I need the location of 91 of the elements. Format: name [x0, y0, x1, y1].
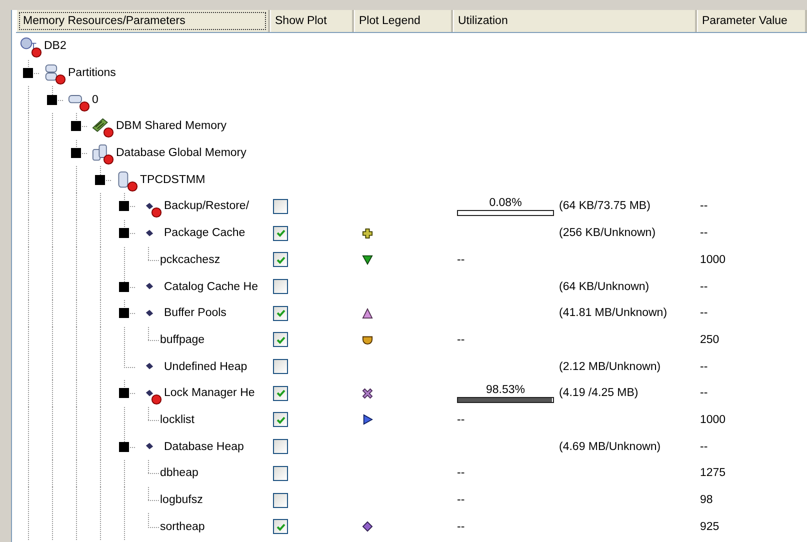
show-plot-checkbox[interactable]	[273, 466, 288, 481]
expander-square[interactable]	[71, 148, 81, 158]
check-icon	[276, 254, 286, 265]
utilization-text: --	[457, 494, 465, 506]
show-plot-checkbox[interactable]	[273, 492, 288, 508]
parameter-value: 98	[700, 494, 713, 506]
tree-item-label[interactable]: Partitions	[68, 67, 117, 80]
column-header[interactable]: Utilization	[453, 10, 697, 32]
show-plot-checkbox[interactable]	[273, 279, 288, 294]
parameter-value: --	[700, 227, 708, 240]
parameter-value: --	[700, 387, 708, 400]
diamond-icon	[144, 202, 154, 211]
expander-square[interactable]	[23, 68, 33, 78]
expander-square[interactable]	[47, 94, 57, 105]
check-icon	[276, 414, 286, 425]
diamond-icon	[144, 362, 154, 372]
tree-item-label[interactable]: Database Global Memory	[116, 147, 248, 160]
column-header[interactable]: Memory Resources/Parameters	[16, 10, 270, 32]
parameter-value: --	[700, 307, 708, 320]
show-plot-checkbox[interactable]	[273, 359, 288, 374]
tree-item-label[interactable]: Backup/Restore/	[164, 200, 250, 212]
diamond-icon	[144, 282, 154, 292]
tree-item-label[interactable]: 0	[92, 94, 100, 106]
expander-square[interactable]	[119, 308, 129, 318]
tree-item-label[interactable]: DBM Shared Memory	[116, 120, 228, 132]
usage-text: (2.12 MB/Unknown)	[559, 360, 661, 373]
percent-label: 98.53%	[486, 384, 525, 397]
usage-text: (41.81 MB/Unknown)	[559, 307, 668, 320]
parameter-value: --	[700, 280, 708, 293]
show-plot-checkbox[interactable]	[273, 519, 288, 534]
tree-item-label[interactable]: sortheap	[160, 520, 206, 533]
tree-item-label[interactable]: Undefined Heap	[164, 360, 248, 373]
diamond-icon	[144, 308, 154, 318]
show-plot-checkbox[interactable]	[273, 252, 288, 268]
utilization-text: --	[457, 414, 465, 426]
utilization-text: --	[457, 254, 465, 266]
show-plot-checkbox[interactable]	[273, 412, 288, 428]
show-plot-checkbox[interactable]	[273, 332, 288, 348]
utilization-text: --	[457, 334, 465, 346]
column-header[interactable]: Plot Legend	[354, 10, 453, 32]
show-plot-checkbox[interactable]	[273, 439, 288, 454]
expander-square[interactable]	[119, 388, 129, 398]
expander-square[interactable]	[95, 174, 105, 185]
percent-label: 0.08%	[489, 196, 522, 210]
tree-item-label[interactable]: Buffer Pools	[164, 307, 228, 320]
parameter-value: --	[700, 200, 708, 212]
show-plot-checkbox[interactable]	[273, 386, 288, 401]
usage-text: (64 KB/73.75 MB)	[559, 200, 650, 212]
expander-square[interactable]	[119, 201, 129, 212]
parameter-value: 1000	[700, 414, 726, 426]
diamond-icon	[144, 388, 154, 398]
tree-item-label[interactable]: dbheap	[160, 467, 200, 480]
tree-item-label[interactable]: DB2	[44, 40, 68, 52]
parameter-value: --	[700, 360, 708, 373]
check-icon	[276, 334, 286, 345]
parameter-value: 1275	[700, 467, 726, 480]
usage-text: (4.19 /4.25 MB)	[559, 387, 638, 400]
tree-item-label[interactable]: Catalog Cache He	[164, 280, 259, 293]
check-icon	[276, 228, 286, 238]
utilization-text: --	[457, 520, 465, 533]
tree-item-label[interactable]: Package Cache	[164, 227, 246, 240]
show-plot-checkbox[interactable]	[273, 198, 288, 214]
parameter-value: 1000	[700, 254, 726, 266]
expander-square[interactable]	[119, 442, 129, 452]
column-header[interactable]: Parameter Value	[697, 10, 807, 32]
usage-text: (256 KB/Unknown)	[559, 227, 656, 240]
usage-text: (4.69 MB/Unknown)	[559, 440, 661, 453]
parameter-value: 250	[700, 334, 720, 346]
tree-item-label[interactable]: logbufsz	[160, 494, 204, 506]
tree-item-label[interactable]: pckcachesz	[160, 254, 222, 266]
expander-square[interactable]	[71, 121, 81, 132]
tree-item-label[interactable]: buffpage	[160, 334, 206, 346]
check-icon	[276, 308, 286, 318]
parameter-value: 925	[700, 520, 720, 533]
check-icon	[276, 522, 286, 532]
tree-item-label[interactable]: locklist	[160, 414, 196, 426]
check-icon	[276, 388, 286, 398]
column-header[interactable]: Show Plot	[270, 10, 354, 32]
expander-square[interactable]	[119, 228, 129, 238]
tree-item-label[interactable]: Lock Manager He	[164, 387, 256, 400]
expander-square[interactable]	[119, 282, 129, 292]
diamond-icon	[144, 228, 154, 238]
show-plot-checkbox[interactable]	[273, 226, 288, 241]
tree-item-label[interactable]: Database Heap	[164, 440, 245, 453]
utilization-text: --	[457, 467, 465, 480]
tree-item-label[interactable]: TPCDSTMM	[140, 174, 206, 186]
show-plot-checkbox[interactable]	[273, 306, 288, 321]
parameter-value: --	[700, 440, 708, 453]
cylinders-icon	[92, 144, 110, 162]
diamond-icon	[144, 442, 154, 452]
usage-text: (64 KB/Unknown)	[559, 280, 650, 293]
